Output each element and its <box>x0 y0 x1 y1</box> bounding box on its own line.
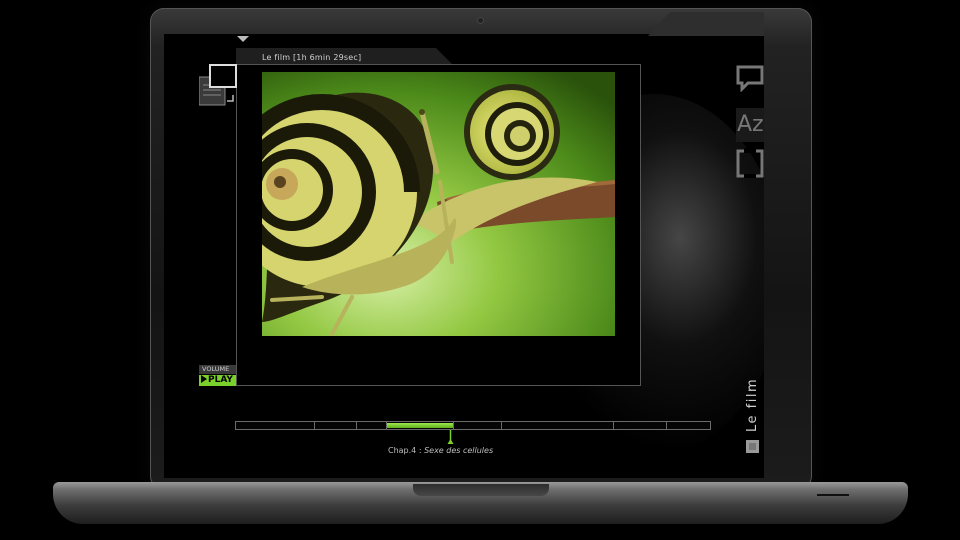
chapter-title: Sexe des cellules <box>424 446 494 455</box>
section-title-text: Le film <box>745 377 760 432</box>
play-label: PLAY <box>208 375 233 385</box>
subtitles-toggle-icon[interactable] <box>198 63 239 107</box>
play-triangle-icon <box>201 375 207 383</box>
chapter-tick[interactable] <box>453 422 454 429</box>
chapter-tick[interactable] <box>356 422 357 429</box>
section-title-vertical: Le film <box>745 372 765 432</box>
fullscreen-button[interactable] <box>736 148 764 179</box>
menu-dropdown-arrow-icon[interactable] <box>237 36 249 42</box>
video-viewport[interactable] <box>262 72 615 336</box>
chapter-tick[interactable] <box>613 422 614 429</box>
stop-icon[interactable] <box>746 440 759 453</box>
playhead-marker[interactable] <box>447 429 454 444</box>
chapter-tick[interactable] <box>666 422 667 429</box>
chapter-tick[interactable] <box>314 422 315 429</box>
glossary-button[interactable]: Az <box>736 108 764 142</box>
chapter-timeline[interactable] <box>235 421 711 430</box>
webcam <box>477 17 484 24</box>
video-frame-snails <box>262 72 615 336</box>
chapter-caption: Chap.4 : Sexe des cellules <box>388 446 493 455</box>
laptop-side-slot <box>817 494 849 496</box>
frame-icon <box>736 148 764 179</box>
chapter-tick[interactable] <box>501 422 502 429</box>
current-chapter-progress <box>387 423 453 428</box>
chapter-number: Chap.4 : <box>388 446 425 455</box>
laptop-opening-notch <box>413 484 549 496</box>
volume-label[interactable]: VOLUME <box>199 365 236 374</box>
film-title: Le film [1h 6min 29sec] <box>262 53 362 62</box>
comment-button[interactable] <box>736 64 764 93</box>
play-button[interactable]: PLAY <box>199 375 236 386</box>
speech-bubble-icon <box>736 65 764 93</box>
